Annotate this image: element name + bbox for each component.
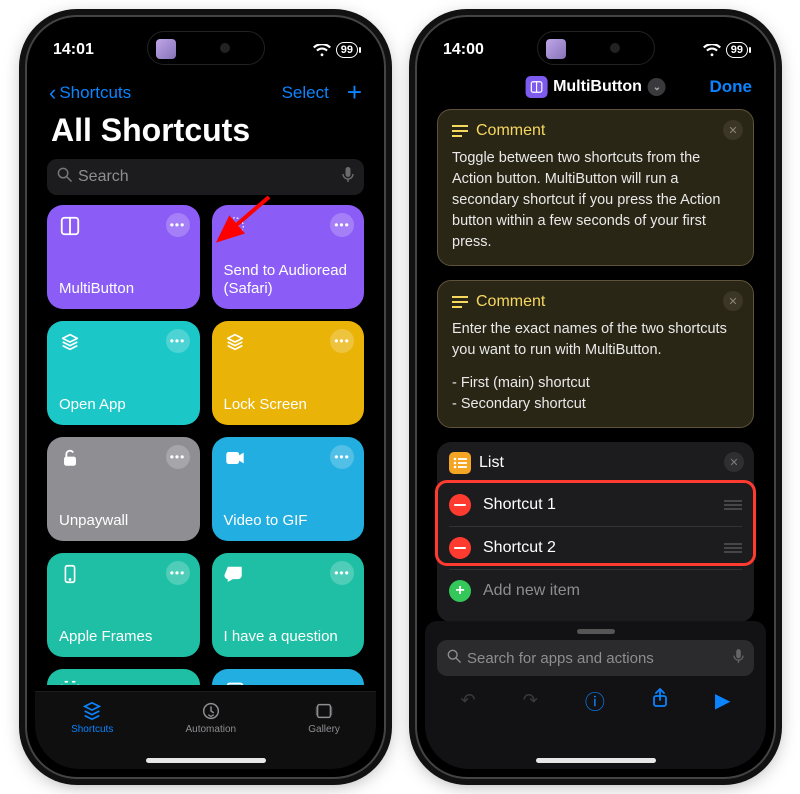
more-icon[interactable]: ••• [166, 561, 190, 585]
tab-shortcuts[interactable]: Shortcuts [71, 700, 113, 735]
phone-left: 14:01 99 ‹ Shortcuts Select + All Shortc… [25, 15, 386, 779]
list-icon [449, 452, 471, 474]
action-search-field[interactable]: Search for apps and actions [437, 640, 754, 676]
nav-bar: MultiButton ⌄ Done [425, 71, 766, 105]
comment-action-card[interactable]: ✕ Comment Toggle between two shortcuts f… [437, 109, 754, 266]
tile-name: Apple Frames [59, 628, 188, 647]
close-icon[interactable]: ✕ [723, 120, 743, 140]
tile-name: Open App [59, 396, 188, 415]
status-bar: 14:00 99 [417, 17, 774, 71]
list-action-card[interactable]: ✕ List Shortcut 1 [437, 442, 754, 622]
phone-right: 14:00 99 MultiButton ⌄ Done [415, 15, 776, 779]
search-field[interactable]: Search [47, 159, 364, 195]
more-icon[interactable]: ••• [330, 213, 354, 237]
clock: 14:00 [443, 41, 484, 59]
more-icon[interactable]: ••• [330, 329, 354, 353]
page-title: All Shortcuts [35, 110, 376, 159]
shortcut-tile[interactable]: ••• Send to Audioread (Safari) [212, 205, 365, 309]
drag-handle-icon[interactable] [724, 499, 742, 511]
tab-automation[interactable]: Automation [185, 700, 236, 735]
tile-name: MultiButton [59, 280, 188, 299]
nav-bar: ‹ Shortcuts Select + [35, 71, 376, 110]
action-search-placeholder: Search for apps and actions [467, 650, 654, 667]
comment-body: Toggle between two shortcuts from the Ac… [452, 148, 739, 253]
sheet-grabber[interactable] [577, 629, 615, 634]
editor-toolbar: ↶ ↷ ⓘ ▶ [437, 686, 754, 715]
home-indicator[interactable] [146, 758, 266, 763]
tab-gallery[interactable]: Gallery [308, 700, 340, 735]
drag-handle-icon[interactable] [724, 542, 742, 554]
shortcuts-grid: ••• MultiButton ••• Send to Audioread (S… [35, 205, 376, 685]
comment-action-card[interactable]: ✕ Comment Enter the exact names of the t… [437, 280, 754, 428]
more-icon[interactable]: ••• [166, 329, 190, 353]
mic-icon[interactable] [342, 167, 354, 188]
info-button[interactable]: ⓘ [585, 686, 605, 715]
redo-button[interactable]: ↷ [523, 690, 538, 711]
share-button[interactable] [652, 688, 668, 714]
mic-icon[interactable] [733, 649, 744, 668]
list-item-text[interactable]: Shortcut 2 [483, 539, 556, 557]
remove-item-button[interactable] [449, 494, 471, 516]
add-shortcut-button[interactable]: + [347, 77, 362, 108]
close-icon[interactable]: ✕ [723, 291, 743, 311]
shortcut-tile[interactable]: ••• I have a question [212, 553, 365, 657]
comment-icon [452, 295, 468, 309]
comment-label: Comment [476, 293, 545, 311]
search-icon [57, 167, 72, 187]
list-label: List [479, 454, 504, 472]
wifi-icon [703, 44, 721, 57]
add-item-button[interactable]: + [449, 580, 471, 602]
shortcut-tile[interactable]: ••• Unpaywall [47, 437, 200, 541]
tile-name: Unpaywall [59, 512, 188, 531]
add-item-label: Add new item [483, 582, 580, 600]
more-icon[interactable]: ••• [166, 213, 190, 237]
back-label: Shortcuts [59, 83, 131, 103]
shortcut-tile[interactable] [212, 669, 365, 685]
comment-label: Comment [476, 122, 545, 140]
shortcut-tile[interactable]: ••• Lock Screen [212, 321, 365, 425]
list-item-text[interactable]: Shortcut 1 [483, 496, 556, 514]
chevron-down-icon: ⌄ [648, 78, 666, 96]
search-icon [447, 649, 461, 667]
status-bar: 14:01 99 [27, 17, 384, 71]
shortcut-tile[interactable]: ••• Apple Frames [47, 553, 200, 657]
tile-name: Video to GIF [224, 512, 353, 531]
shortcut-title: MultiButton [553, 78, 642, 96]
list-item[interactable]: Shortcut 2 [449, 526, 742, 569]
battery-indicator: 99 [336, 42, 358, 58]
undo-button[interactable]: ↶ [461, 690, 476, 711]
remove-item-button[interactable] [449, 537, 471, 559]
comment-body: Enter the exact names of the two shortcu… [452, 319, 739, 415]
more-icon[interactable]: ••• [166, 445, 190, 469]
tile-icon [224, 679, 353, 685]
tile-name: Send to Audioread (Safari) [224, 262, 353, 300]
tile-name: I have a question [224, 628, 353, 647]
shortcut-title-button[interactable]: MultiButton ⌄ [525, 76, 666, 98]
clock: 14:01 [53, 41, 94, 59]
home-indicator[interactable] [536, 758, 656, 763]
run-button[interactable]: ▶ [715, 688, 730, 713]
more-icon[interactable]: ••• [330, 561, 354, 585]
battery-indicator: 99 [726, 42, 748, 58]
done-button[interactable]: Done [710, 77, 753, 97]
shortcut-tile[interactable]: ••• Open App [47, 321, 200, 425]
search-placeholder: Search [78, 168, 129, 186]
close-icon[interactable]: ✕ [724, 452, 744, 472]
tile-icon [59, 679, 188, 685]
comment-icon [452, 124, 468, 138]
tile-name: Lock Screen [224, 396, 353, 415]
add-item-row[interactable]: + Add new item [449, 569, 742, 612]
shortcut-tile[interactable] [47, 669, 200, 685]
list-item[interactable]: Shortcut 1 [449, 484, 742, 526]
shortcut-tile[interactable]: ••• MultiButton [47, 205, 200, 309]
shortcut-icon [525, 76, 547, 98]
select-button[interactable]: Select [282, 83, 329, 103]
back-button[interactable]: ‹ Shortcuts [49, 82, 131, 104]
more-icon[interactable]: ••• [330, 445, 354, 469]
action-search-sheet[interactable]: Search for apps and actions ↶ ↷ ⓘ ▶ [425, 621, 766, 769]
wifi-icon [313, 44, 331, 57]
chevron-left-icon: ‹ [49, 82, 56, 104]
shortcut-tile[interactable]: ••• Video to GIF [212, 437, 365, 541]
